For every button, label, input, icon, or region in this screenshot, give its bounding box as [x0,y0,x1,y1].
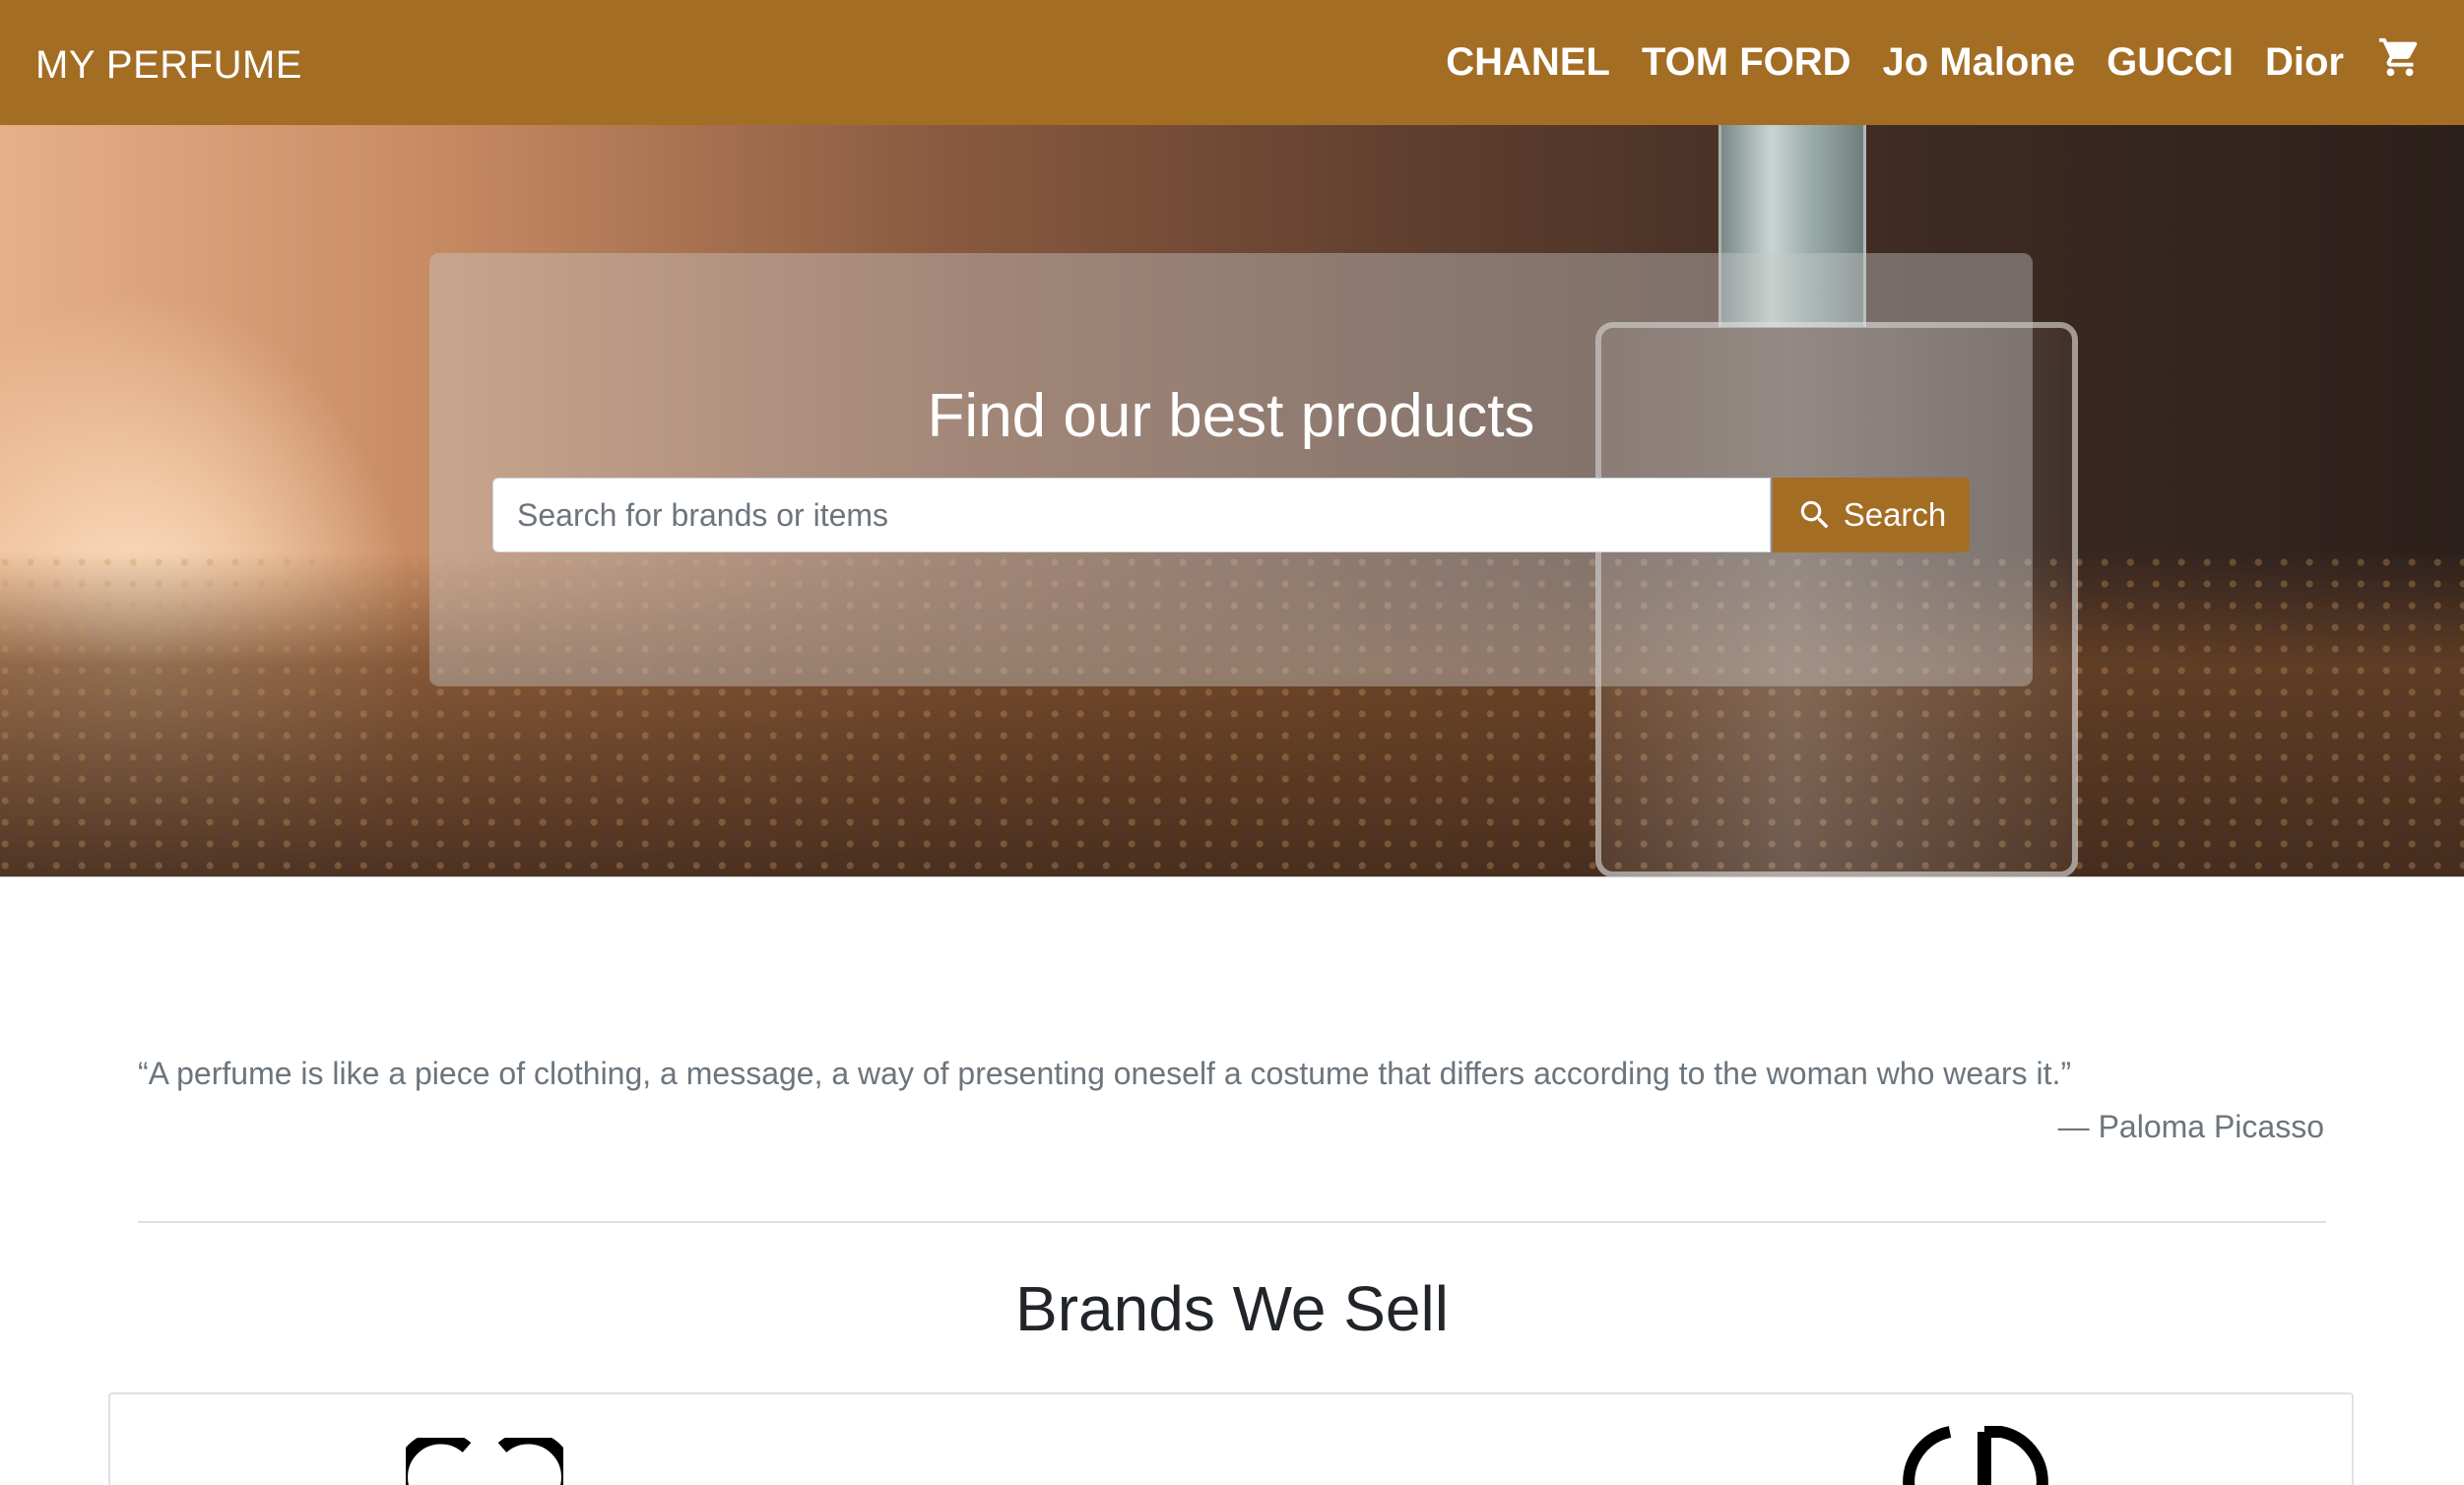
search-icon [1800,500,1829,529]
nav-link-tom-ford[interactable]: TOM FORD [1642,40,1851,85]
shopping-cart-icon[interactable] [2377,34,2423,80]
search-button[interactable]: Search [1773,478,1970,552]
chanel-logo[interactable] [406,1438,563,1485]
quote-author: — Paloma Picasso [2057,1109,2324,1144]
navbar: MY PERFUME CHANEL TOM FORD Jo Malone GUC… [0,0,2464,125]
search-input[interactable] [492,478,1771,552]
nav-links: CHANEL TOM FORD Jo Malone GUCCI Dior [1414,37,2423,85]
quote-text: “A perfume is like a piece of clothing, … [138,1056,2072,1091]
search-panel: Find our best products Search [429,253,2033,686]
brands-heading: Brands We Sell [1015,1273,1449,1344]
nav-link-chanel[interactable]: CHANEL [1446,40,1610,85]
nav-link-dior[interactable]: Dior [2265,40,2344,85]
brands-carousel [108,1392,2354,1485]
dior-logo[interactable] [1893,1424,2080,1485]
nav-link-jo-malone[interactable]: Jo Malone [1883,40,2076,85]
hero-title: Find our best products [927,382,1535,450]
site-brand[interactable]: MY PERFUME [35,43,302,88]
nav-link-gucci[interactable]: GUCCI [2107,40,2234,85]
search-button-label: Search [1843,496,1947,533]
section-divider [138,1221,2326,1223]
hero-banner: Find our best products Search [0,125,2464,877]
